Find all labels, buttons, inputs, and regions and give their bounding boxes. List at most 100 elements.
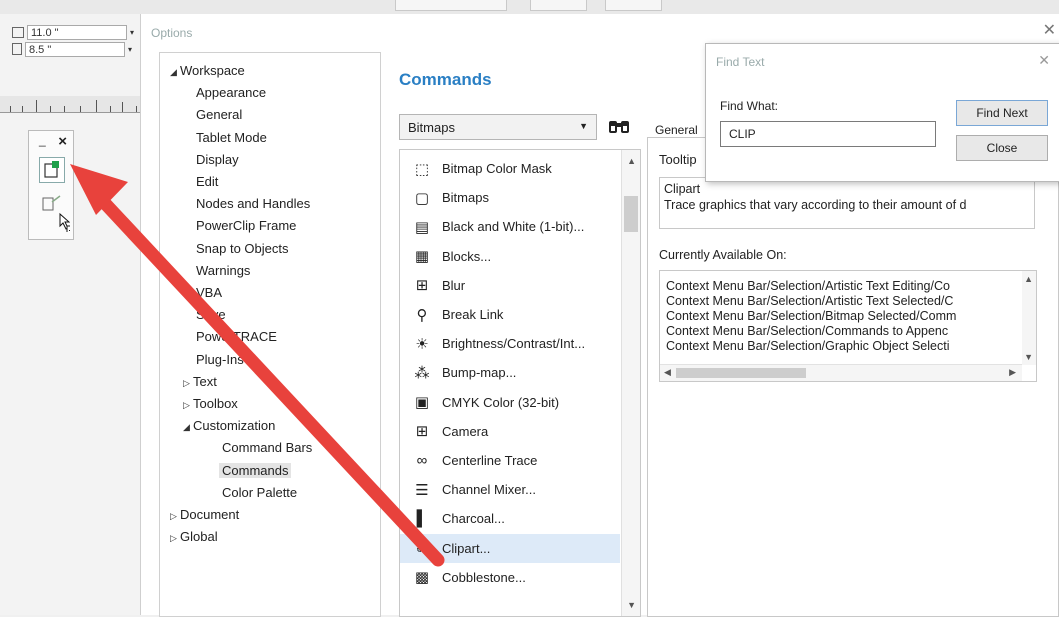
tree-item-label: Tablet Mode [196,129,267,145]
tree-item-label: Nodes and Handles [196,196,311,212]
list-item[interactable]: Context Menu Bar/Selection/Commands to A… [666,324,948,339]
top-toolbar-strip [0,0,1059,15]
list-item[interactable]: ▩ Cobblestone... [400,563,620,592]
tree-item[interactable]: Snap to Objects [196,241,289,256]
tooltip-field[interactable]: Clipart Trace graphics that vary accordi… [659,177,1035,229]
tree-item[interactable]: PowerClip Frame [196,218,296,233]
trace-tool-icon [42,195,77,236]
available-on-list[interactable]: Context Menu Bar/Selection/Artistic Text… [659,270,1037,382]
scroll-up-icon[interactable]: ▲ [627,156,636,166]
list-item[interactable]: ▣ CMYK Color (32-bit) [400,388,620,417]
tree-item[interactable]: ▷ Text [183,374,217,389]
expand-arrow-icon[interactable]: ▷ [183,400,193,411]
tree-item[interactable]: Save [196,307,226,322]
find-next-button[interactable]: Find Next [956,100,1048,126]
tree-item-label: Color Palette [222,484,298,500]
list-item[interactable]: ▦ Blocks... [400,242,620,271]
expand-arrow-icon[interactable]: ▷ [170,511,180,522]
toolbar-button[interactable] [395,0,507,11]
list-item-label: Channel Mixer... [442,482,536,498]
list-item[interactable]: ⁂ Bump-map... [400,358,620,387]
command-list[interactable]: ⬚ Bitmap Color Mask ▢ Bitmaps ▤ Black and Whi… [399,149,641,617]
list-item[interactable]: ☀ Brightness/Contrast/Int... [400,329,620,358]
list-item[interactable]: ▢ Bitmaps [400,183,620,212]
spin-arrows-icon[interactable]: ▾ [125,42,135,57]
tree-item[interactable]: ◢ Workspace [170,63,245,78]
close-icon[interactable]: ✕ [1043,20,1056,40]
tree-item[interactable]: ▷ Global [170,529,218,544]
tree-item[interactable]: Warnings [196,263,250,278]
expand-arrow-icon[interactable]: ▷ [170,533,180,544]
list-item[interactable]: ▤ Black and White (1-bit)... [400,212,620,241]
width-input[interactable]: 11.0 " [27,24,127,40]
collapse-arrow-icon[interactable]: ◢ [170,67,180,78]
find-what-input[interactable]: CLIP [720,121,936,147]
list-item[interactable]: Context Menu Bar/Selection/Graphic Objec… [666,339,949,354]
spin-arrows-icon[interactable]: ▾ [127,25,137,40]
list-item[interactable]: Context Menu Bar/Selection/Artistic Text… [666,279,950,294]
tree-item[interactable]: Tablet Mode [196,130,267,145]
list-item[interactable]: ☰ Channel Mixer... [400,475,620,504]
scrollbar-thumb[interactable] [676,368,806,378]
list-item[interactable]: ∞ Centerline Trace [400,446,620,475]
close-icon[interactable]: ✕ [1038,52,1050,69]
close-button[interactable]: Close [956,135,1048,161]
list-item[interactable]: ⬚ Bitmap Color Mask [400,154,620,183]
scrollbar-thumb[interactable] [624,196,638,232]
tree-item[interactable]: ▷ Toolbox [183,396,238,411]
scroll-down-icon[interactable]: ▼ [627,600,636,610]
page-title: Commands [399,70,492,89]
clipart-tool-button[interactable] [39,157,65,183]
list-item[interactable]: ✐ Clipart... [400,533,620,563]
tree-item[interactable]: VBA [196,285,222,300]
tree-item[interactable]: ◢ Customization [183,418,275,433]
list-item-label: Blocks... [442,248,492,264]
tree-item-label: Snap to Objects [196,240,289,256]
horizontal-scrollbar[interactable]: ◀ ▶ [660,364,1022,381]
options-tree: ◢ Workspace Appearance General Tablet Mode Di… [159,52,381,617]
trace-tool-button[interactable] [39,191,77,236]
category-select[interactable]: Bitmaps ▼ [399,114,597,140]
height-row: 8.5 " ▾ [12,41,140,57]
tree-item[interactable]: Command Bars [222,440,312,455]
scroll-left-icon[interactable]: ◀ [664,367,671,378]
tree-item[interactable]: General [196,107,242,122]
tab-general[interactable]: General [655,123,698,137]
tree-item-label: VBA [196,285,223,300]
list-item[interactable]: ▌ Charcoal... [400,504,620,533]
tree-item[interactable]: Commands [219,462,292,478]
list-item[interactable]: Context Menu Bar/Selection/Artistic Text… [666,294,953,309]
list-item[interactable]: ⊞ Blur [400,271,620,300]
tree-item[interactable]: Edit [196,174,218,189]
tree-item[interactable]: ▷ Document [170,507,239,522]
scrollbar[interactable]: ▲ ▼ [1022,271,1036,365]
scroll-right-icon[interactable]: ▶ [1009,367,1016,378]
list-item[interactable]: Context Menu Bar/Selection/Bitmap Select… [666,309,956,324]
scrollbar[interactable]: ▲ ▼ [621,150,640,616]
tree-item[interactable]: Display [196,152,239,167]
toolbar-button[interactable] [605,0,662,11]
list-item[interactable]: ⊞ Camera [400,417,620,446]
tree-item[interactable]: Appearance [196,85,266,100]
list-item[interactable]: ⚲ Break Link [400,300,620,329]
collapse-arrow-icon[interactable]: ◢ [183,422,193,433]
channel-mixer-icon: ☰ [415,481,429,499]
floating-tool-panel: _ × [28,130,77,240]
tree-item-label: PowerClip Frame [196,218,297,234]
expand-arrow-icon[interactable]: ▷ [183,378,193,389]
find-button[interactable] [605,112,633,140]
height-input[interactable]: 8.5 " [25,41,125,57]
break-link-icon: ⚲ [416,306,428,324]
scroll-down-icon[interactable]: ▼ [1024,352,1033,362]
tree-item[interactable]: PowerTRACE [196,329,277,344]
tree-item-label: Appearance [196,85,267,101]
close-icon[interactable]: × [58,133,67,150]
toolbar-button[interactable] [530,0,587,11]
scroll-up-icon[interactable]: ▲ [1024,274,1033,284]
tree-item[interactable]: Nodes and Handles [196,196,310,211]
minimize-icon[interactable]: _ [39,133,46,147]
tree-item[interactable]: Color Palette [222,485,297,500]
list-item-label: Bitmap Color Mask [442,161,552,176]
tree-item[interactable]: Plug-Ins [196,352,244,367]
binoculars-icon [609,121,629,133]
